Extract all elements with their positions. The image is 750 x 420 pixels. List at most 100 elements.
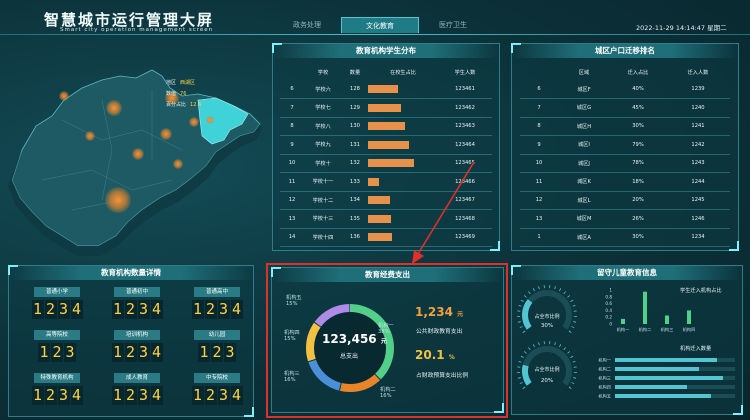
table-row[interactable]: 11 城区K 18% 1244 [520, 172, 730, 192]
district-table: 区域 迁入占比 迁入人数 6 城区F 40% 1239 7 城区G 45% 1240 8 城区H 3… [520, 64, 730, 247]
district-name: 城区L [558, 191, 610, 210]
map-bubble [105, 187, 131, 213]
table-row[interactable]: 7 学校七 129 123462 [280, 98, 492, 118]
gauge-tick [523, 351, 527, 354]
gauge-tick [517, 377, 521, 379]
student-count: 123467 [438, 191, 492, 210]
district-name: 城区K [558, 172, 610, 192]
institution-counter: 中专院校 1 2 3 4 [185, 373, 249, 405]
table-row[interactable]: 11 学校十一 133 123466 [280, 172, 492, 192]
counter-digit: 2 [211, 343, 223, 362]
gauge-tick [518, 304, 522, 307]
migration-count: 1243 [666, 154, 730, 173]
tab-education[interactable]: 文化教育 [341, 17, 419, 33]
gauge-label: 占全市比例 [534, 314, 560, 320]
counter-digit: 1 [191, 300, 204, 319]
gauge-tick [570, 299, 574, 302]
gauge-tick [520, 299, 524, 302]
map-bubble [160, 128, 172, 140]
table-row[interactable]: 10 城区J 78% 1243 [520, 154, 730, 173]
gauge-tick [532, 344, 535, 348]
bar-axis-tick: 0 [609, 322, 612, 327]
table-row[interactable]: 10 学校十 132 123465 [280, 154, 492, 173]
table-row[interactable]: 9 城区I 79% 1242 [520, 135, 730, 155]
row-index: 8 [280, 117, 304, 136]
hbar-category-label: 机构二 [598, 366, 611, 373]
tab-government[interactable]: 政务处理 [268, 17, 346, 33]
counter-digit: 3 [57, 300, 70, 319]
gauge-tick [522, 386, 526, 389]
school-count: 135 [342, 209, 368, 229]
table-row[interactable]: 6 城区F 40% 1239 [520, 80, 730, 99]
gauge-tick [572, 304, 576, 307]
student-count: 123465 [438, 154, 492, 173]
counter-value: 123 [25, 343, 89, 362]
counter-digit: 3 [137, 343, 150, 362]
school-name: 学校六 [304, 80, 342, 99]
gauge-tick [528, 291, 531, 295]
counter-value: 1234 [185, 300, 249, 319]
migration-pct: 18% [610, 172, 666, 192]
gauge-value: 30% [540, 323, 554, 329]
migration-count: 1234 [666, 228, 730, 247]
counter-value: 1234 [25, 300, 89, 319]
table-row[interactable]: 9 学校九 131 123464 [280, 135, 492, 155]
header: 智慧城市运行管理大屏 Smart city operation manageme… [0, 0, 750, 40]
hbar-fill [615, 394, 711, 398]
gauge-tick [572, 360, 576, 363]
ratio-bar [368, 177, 379, 186]
column-header: 数量 [349, 69, 361, 76]
counter-digit: 2 [44, 300, 57, 319]
counter-digit: 1 [191, 386, 204, 405]
column-header: 在校生占比 [390, 69, 416, 76]
table-row[interactable]: 8 城区H 30% 1241 [520, 117, 730, 136]
counter-digit: 2 [204, 386, 217, 405]
page-subtitle: Smart city operation management screen [60, 27, 214, 33]
counter-digit: 1 [111, 300, 124, 319]
table-row[interactable]: 14 学校十四 136 123469 [280, 228, 492, 247]
school-name: 学校十四 [304, 228, 342, 247]
counter-value: 123 [185, 343, 249, 362]
table-row[interactable]: 8 学校八 130 123463 [280, 117, 492, 136]
migration-pct: 78% [610, 154, 666, 173]
panel-title: 教育机构学生分布 [273, 44, 499, 58]
migration-count: 1245 [666, 191, 730, 210]
counter-label: 普通初中 [114, 287, 160, 297]
table-row[interactable]: 13 城区M 26% 1246 [520, 209, 730, 229]
migration-pct: 30% [610, 117, 666, 136]
school-count: 129 [342, 98, 368, 118]
table-row[interactable]: 12 城区L 20% 1245 [520, 191, 730, 210]
table-row[interactable]: 12 学校十二 134 123467 [280, 191, 492, 210]
row-index: 10 [280, 154, 304, 173]
table-row[interactable]: 13 学校十三 135 123468 [280, 209, 492, 229]
column-header: 迁入占比 [627, 69, 649, 76]
institution-counter: 普通高中 1 2 3 4 [185, 287, 249, 319]
row-index: 6 [280, 80, 304, 99]
migration-pct: 45% [610, 98, 666, 118]
counter-digit: 3 [217, 386, 230, 405]
counter-digit: 3 [57, 386, 70, 405]
hbar-fill [615, 376, 723, 380]
table-row[interactable]: 7 城区G 45% 1240 [520, 98, 730, 118]
row-index: 7 [520, 98, 558, 118]
hbar-fill [615, 385, 687, 389]
row-index: 9 [520, 135, 558, 155]
district-name: 城区M [558, 209, 610, 229]
gauge-tick [523, 295, 527, 298]
ratio-bar [368, 122, 405, 131]
table-row[interactable]: 6 学校六 128 123461 [280, 80, 492, 99]
map-bubble [106, 100, 122, 116]
institution-counter: 成人教育 1 2 3 4 [105, 373, 169, 405]
counter-label: 中专院校 [194, 373, 240, 383]
bar-chart-title: 学生迁入机构占比 [680, 288, 722, 294]
city-map [8, 69, 262, 256]
gauge-tick [522, 330, 526, 333]
school-count: 130 [342, 117, 368, 136]
map-bubble [173, 159, 183, 169]
counter-digit: 1 [198, 343, 210, 362]
counter-digit: 3 [224, 343, 236, 362]
tab-healthcare[interactable]: 医疗卫生 [414, 17, 492, 33]
counter-digit: 2 [204, 300, 217, 319]
column-header [520, 64, 558, 80]
table-row[interactable]: 1 城区A 30% 1234 [520, 228, 730, 247]
